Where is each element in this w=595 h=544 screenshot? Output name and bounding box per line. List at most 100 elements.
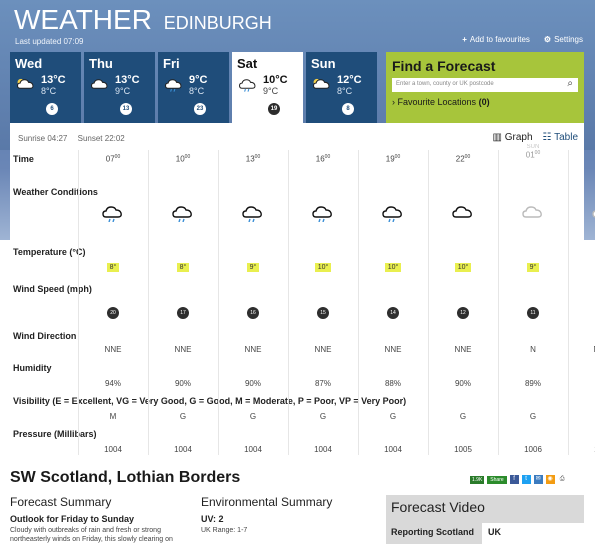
gear-icon: ⚙	[543, 35, 552, 44]
rain-cloud-icon	[170, 204, 196, 223]
time-hour: 19	[385, 154, 395, 164]
wind-speed-cell: 12	[428, 307, 498, 319]
wind-direction-cell: NNE	[244, 345, 262, 354]
day-high-temp: 13°C	[115, 74, 140, 86]
time-hour: 10	[175, 154, 185, 164]
uk-tab[interactable]: UK	[482, 523, 584, 544]
wind-speed-value: 11	[527, 307, 539, 319]
sunrise: Sunrise 04:27	[18, 134, 68, 143]
rain-cloud-icon	[237, 76, 259, 92]
add-favourites-link[interactable]: + Add to favourites	[462, 35, 530, 44]
day-low-temp: 8°C	[41, 86, 57, 96]
day-tab-fri[interactable]: Fri 9°C 8°C 23	[158, 52, 229, 123]
wind-speed-cell: 15	[288, 307, 358, 319]
add-favourites-label: Add to favourites	[469, 35, 530, 44]
search-icon[interactable]: ⌕	[567, 78, 573, 89]
day-tab-sun[interactable]: Sun 12°C 8°C 8	[306, 52, 377, 123]
temperature-label: Temperature (°C)	[13, 247, 86, 257]
humidity-cell: 87%	[314, 379, 331, 388]
brand-title[interactable]: WEATHER EDINBURGH	[14, 4, 272, 36]
day-high-temp: 9°C	[189, 74, 208, 86]
reporting-scotland-tab[interactable]: Reporting Scotland	[391, 527, 474, 537]
uv-index: UV: 2	[201, 514, 224, 524]
favourite-locations-label: Favourite Locations	[397, 97, 477, 107]
wind-speed-cell: 16	[218, 307, 288, 319]
column-divider	[78, 150, 79, 455]
wind-speed-value: 16	[247, 307, 259, 319]
share-count: 1.9K	[470, 475, 485, 484]
time-minutes: 00	[254, 154, 261, 160]
day-tab-sat[interactable]: Sat 10°C 9°C 19	[232, 52, 303, 123]
temperature-value: 10°	[314, 263, 332, 272]
visibility-cell: G	[568, 412, 595, 421]
conditions-cell	[428, 204, 498, 224]
forecast-video-panel[interactable]: Forecast Video Reporting Scotland UK	[386, 495, 584, 544]
wind-speed-cell: 10	[568, 307, 595, 319]
chevron-right-icon: ›	[392, 97, 395, 107]
cloud-icon	[520, 204, 546, 222]
day-name: Wed	[15, 56, 43, 71]
cloud-icon	[590, 204, 595, 222]
facebook-icon[interactable]: f	[509, 475, 519, 484]
temperature-cell: 9°	[498, 262, 568, 272]
pressure-cell: 1004	[384, 445, 402, 454]
time-cell: 1900	[358, 154, 428, 164]
time-hour: 01	[525, 150, 535, 160]
time-minutes: 00	[324, 154, 331, 160]
wind-direction-label: Wind Direction	[13, 331, 77, 341]
settings-link[interactable]: ⚙ Settings	[544, 35, 583, 44]
humidity-cell: 90%	[174, 379, 191, 388]
favourite-locations-link[interactable]: › Favourite Locations (0)	[392, 97, 578, 107]
day-high-temp: 10°C	[263, 74, 288, 86]
column-divider	[428, 150, 429, 455]
view-toggle: ▥ Graph ☷ Table	[492, 132, 578, 143]
forecast-column: 0400 9° 10 NNW 89% G 1007	[568, 150, 595, 455]
table-view-button[interactable]: ☷ Table	[543, 132, 578, 143]
time-minutes: 00	[394, 154, 401, 160]
outlook-text: Cloudy with outbreaks of rain and fresh …	[10, 527, 173, 543]
graph-view-button[interactable]: ▥ Graph	[492, 132, 532, 143]
conditions-cell	[288, 204, 358, 224]
time-cell: 1300	[218, 154, 288, 164]
conditions-cell	[78, 204, 148, 224]
day-low-temp: 9°C	[263, 86, 279, 96]
temperature-cell: 10°	[428, 262, 498, 272]
conditions-cell	[498, 204, 568, 224]
day-tabs: Wed 13°C 8°C 6 Thu 13°C 9°C 13 Fri 9°C 8°C 23 Sat 10°…	[10, 52, 377, 123]
wind-direction-cell: NNW	[568, 345, 595, 354]
environmental-summary-heading: Environmental Summary	[201, 495, 333, 509]
wind-speed-value: 17	[177, 307, 189, 319]
forecast-column: SUN 0100 9° 11 N 89% G 1006	[498, 144, 568, 455]
wind-direction-cell: N	[530, 345, 536, 354]
top-links: + Add to favourites ⚙ Settings	[462, 35, 583, 44]
bar-chart-icon: ▥	[492, 132, 502, 143]
region-section: SW Scotland, Lothian Borders 1.9K Share …	[0, 455, 595, 544]
pressure-cell: 1004	[174, 445, 192, 454]
forecast-column: 1000 8° 17 NNE 90% G 1004	[148, 150, 218, 455]
day-high-temp: 12°C	[337, 74, 362, 86]
forecast-column: 1600 10° 15 NNE 87% G 1004	[288, 150, 358, 455]
humidity-cell: 94%	[104, 379, 121, 388]
day-tab-thu[interactable]: Thu 13°C 9°C 13	[84, 52, 155, 123]
rss-icon[interactable]: ◉	[545, 475, 555, 484]
sun-times: Sunrise 04:27 Sunset 22:02	[18, 134, 133, 143]
visibility-cell: G	[319, 412, 327, 421]
twitter-icon[interactable]: t	[521, 475, 531, 484]
temperature-value: 9°	[526, 263, 540, 272]
time-minutes: 00	[114, 154, 121, 160]
print-icon[interactable]: ⎙	[558, 475, 567, 484]
conditions-cell	[218, 204, 288, 224]
email-icon[interactable]: ✉	[533, 475, 543, 484]
location-search-input[interactable]: Enter a town, county or UK postcode ⌕	[392, 78, 578, 92]
wind-speed-badge: 23	[194, 103, 206, 115]
forecast-summary-heading: Forecast Summary	[10, 495, 112, 509]
temperature-cell: 9°	[568, 262, 595, 272]
pressure-cell: 1007	[568, 445, 595, 454]
time-cell: 2200	[428, 154, 498, 164]
rain-cloud-icon	[163, 76, 185, 92]
wind-speed-cell: 20	[78, 307, 148, 319]
visibility-cell: G	[249, 412, 257, 421]
day-tab-wed[interactable]: Wed 13°C 8°C 6	[10, 52, 81, 123]
share-button[interactable]: Share	[487, 475, 507, 484]
pressure-cell: 1004	[244, 445, 262, 454]
